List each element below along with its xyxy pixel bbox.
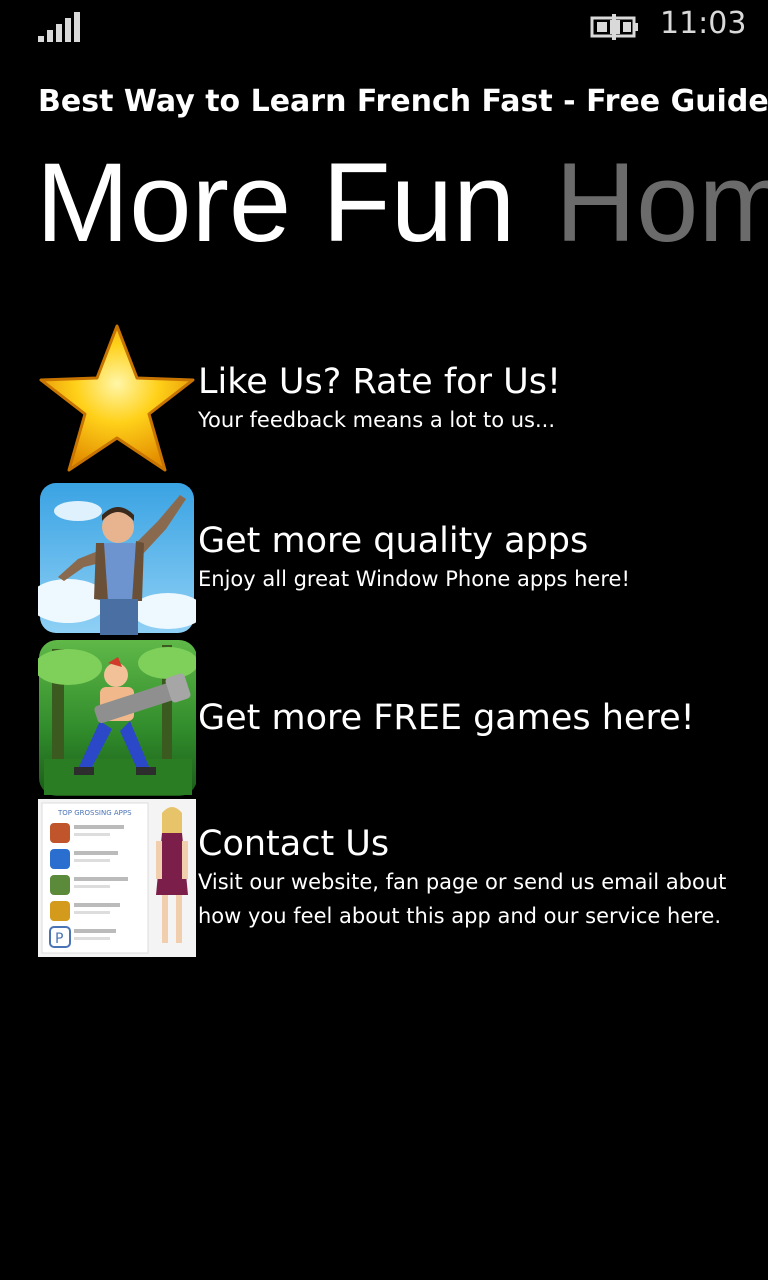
jumping-man-image [38,481,196,635]
more-fun-list: Like Us? Rate for Us! Your feedback mean… [38,320,768,958]
free-games-text: Get more FREE games here! [198,697,768,739]
list-item-rate-us[interactable]: Like Us? Rate for Us! Your feedback mean… [38,320,768,478]
app-title: Best Way to Learn French Fast - Free Gui… [38,84,768,119]
free-games-title: Get more FREE games here! [198,698,695,738]
star-icon [38,322,196,476]
rate-us-title: Like Us? Rate for Us! [198,362,561,402]
status-bar: 11:03 [0,0,768,56]
contact-us-title: Contact Us [198,824,390,864]
quality-apps-subtitle: Enjoy all great Window Phone apps here! [198,567,630,591]
status-time: 11:03 [660,6,747,41]
signal-strength-icon [38,12,80,42]
pivot-item-more-fun[interactable]: More Fun [36,138,515,268]
pivot-header: More Fun Home [36,138,768,268]
list-item-free-games[interactable]: Get more FREE games here! [38,638,768,798]
quality-apps-text: Get more quality apps Enjoy all great Wi… [198,520,768,596]
list-item-contact-us[interactable]: TOP GROSSING APPS P Contact Us Visit our… [38,798,768,958]
game-character-image [38,639,196,797]
contact-us-subtitle: Visit our website, fan page or send us e… [198,870,727,928]
rate-us-subtitle: Your feedback means a lot to us... [198,408,555,432]
top-grossing-apps-image: TOP GROSSING APPS P [38,799,196,957]
quality-apps-title: Get more quality apps [198,521,589,561]
list-item-quality-apps[interactable]: Get more quality apps Enjoy all great Wi… [38,478,768,638]
contact-us-text: Contact Us Visit our website, fan page o… [198,823,768,933]
battery-charging-icon [590,14,638,40]
rate-us-text: Like Us? Rate for Us! Your feedback mean… [198,361,768,437]
pivot-item-home[interactable]: Home [555,138,768,268]
thumb-heading: TOP GROSSING APPS [57,809,132,817]
svg-text:P: P [55,931,63,947]
